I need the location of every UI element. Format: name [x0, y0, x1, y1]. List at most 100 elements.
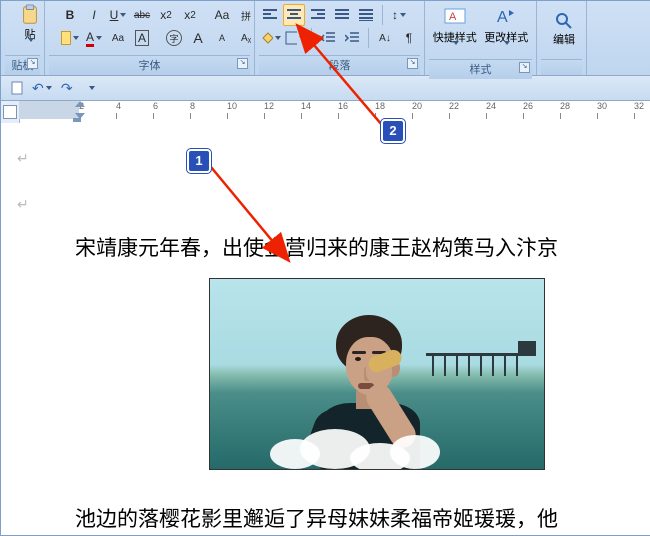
align-justify-button[interactable]	[331, 4, 353, 26]
superscript-button[interactable]: x2	[179, 4, 201, 26]
doc-icon	[10, 81, 24, 95]
svg-text:A: A	[497, 9, 508, 26]
ruler-tick: 16	[338, 101, 348, 119]
ribbon: 贴 贴板 ↘ B I U abc x2 x2 Aa 拼 A	[1, 1, 650, 76]
sort-button[interactable]: A↓	[374, 27, 396, 49]
ruler-tick: 20	[412, 101, 422, 119]
group-font: B I U abc x2 x2 Aa 拼 A Aa A 字 A A Aᵪ	[45, 1, 255, 75]
paste-icon	[18, 4, 42, 26]
bold-button[interactable]: B	[59, 4, 81, 26]
align-center-icon	[287, 9, 301, 21]
group-paragraph: ↕ A↓ ¶ 段落 ↘	[255, 1, 425, 75]
align-distribute-icon	[359, 9, 373, 21]
font-color-button[interactable]: A	[83, 27, 105, 49]
image-paragraph	[17, 278, 650, 486]
dialog-launcher-icon[interactable]: ↘	[237, 58, 248, 69]
editing-button[interactable]: 编辑	[541, 3, 587, 55]
find-icon	[554, 11, 574, 31]
group-clipboard: 贴 贴板 ↘	[1, 1, 45, 75]
group-title-paragraph: 段落 ↘	[259, 55, 420, 75]
water-splash	[270, 429, 450, 470]
paragraph-mark: ↵	[17, 196, 29, 212]
borders-icon	[285, 31, 298, 45]
ruler-margin-left	[19, 101, 79, 119]
change-case-button[interactable]: Aa	[211, 4, 233, 26]
grow-font-button[interactable]: A	[187, 27, 209, 49]
shrink-font-button[interactable]: A	[211, 27, 233, 49]
indent-dec-icon	[321, 32, 335, 44]
ruler-tick: 8	[190, 101, 195, 119]
quick-styles-icon: A	[443, 5, 467, 29]
redo-button[interactable]: ↷	[57, 78, 77, 98]
document-area[interactable]: ↵ ↵ 宋靖康元年春，出使金营归来的康王赵构策马入汴京	[1, 123, 650, 535]
align-left-icon	[263, 9, 277, 21]
italic-button[interactable]: I	[83, 4, 105, 26]
align-distribute-button[interactable]	[355, 4, 377, 26]
decrease-indent-button[interactable]	[317, 27, 339, 49]
ruler-tick: 18	[375, 101, 385, 119]
group-editing: 编辑	[537, 1, 587, 75]
chevron-down-icon	[451, 45, 459, 57]
tab-selector-button[interactable]	[3, 105, 17, 119]
phonetic-guide-button[interactable]: 拼	[235, 4, 257, 26]
ruler-tick: 6	[153, 101, 158, 119]
ruler-tick: 28	[560, 101, 570, 119]
ruler-tick: 24	[486, 101, 496, 119]
ruler-tick: 26	[523, 101, 533, 119]
indent-inc-icon	[345, 32, 359, 44]
group-title-editing	[541, 59, 582, 75]
ruler-corner	[1, 101, 20, 125]
quick-styles-button[interactable]: A 快捷样式	[429, 3, 481, 59]
page: ↵ ↵ 宋靖康元年春，出使金营归来的康王赵构策马入汴京	[1, 123, 650, 535]
shading-button[interactable]	[259, 27, 282, 49]
underline-button[interactable]: U	[107, 4, 129, 26]
horizontal-ruler[interactable]: 2468101214161820222426283032	[19, 101, 650, 119]
ruler-tick: 14	[301, 101, 311, 119]
separator	[382, 5, 383, 25]
ruler-tick: 4	[116, 101, 121, 119]
quick-access-toolbar: ↶ ↷	[1, 76, 650, 101]
separator	[311, 28, 312, 48]
align-right-button[interactable]	[307, 4, 329, 26]
ruler-tick: 22	[449, 101, 459, 119]
undo-button[interactable]: ↶	[31, 78, 53, 98]
ruler-tick: 30	[597, 101, 607, 119]
line-spacing-button[interactable]: ↕	[388, 4, 410, 26]
change-styles-icon: A	[494, 5, 518, 29]
group-title-styles: 样式 ↘	[429, 59, 532, 79]
left-indent-marker[interactable]	[73, 118, 81, 122]
align-justify-icon	[335, 9, 349, 21]
separator	[368, 28, 369, 48]
pier-icon	[426, 341, 536, 375]
group-title-font: 字体 ↘	[49, 55, 250, 75]
show-marks-button[interactable]: ¶	[398, 27, 420, 49]
increase-indent-button[interactable]	[341, 27, 363, 49]
ruler-tick: 10	[227, 101, 237, 119]
qat-more-button[interactable]	[81, 78, 101, 98]
change-styles-button[interactable]: A 更改样式	[481, 3, 533, 59]
enclosed-char-button[interactable]: 字	[163, 27, 185, 49]
align-center-button[interactable]	[283, 4, 305, 26]
strikethrough-button[interactable]: abc	[131, 4, 153, 26]
group-styles: A 快捷样式 A 更改样式 样式 ↘	[425, 1, 537, 75]
dialog-launcher-icon[interactable]: ↘	[519, 62, 530, 73]
char-shading-button[interactable]: Aa	[107, 27, 129, 49]
borders-button[interactable]	[284, 27, 307, 49]
clear-format-button[interactable]: Aᵪ	[235, 27, 257, 49]
callout-badge-2: 2	[381, 119, 405, 143]
subscript-button[interactable]: x2	[155, 4, 177, 26]
highlight-button[interactable]	[59, 27, 81, 49]
group-title-clipboard: 贴板 ↘	[5, 55, 40, 75]
align-left-button[interactable]	[259, 4, 281, 26]
paragraph-mark: ↵	[17, 150, 29, 166]
toolbar-button-1[interactable]	[7, 78, 27, 98]
svg-text:A: A	[449, 11, 457, 23]
chevron-down-icon	[26, 42, 34, 54]
align-right-icon	[311, 9, 325, 21]
char-border-button[interactable]: A	[131, 27, 153, 49]
inline-image[interactable]	[209, 278, 545, 486]
dialog-launcher-icon[interactable]: ↘	[27, 58, 38, 69]
body-text: 池边的落樱花影里邂逅了异母妹妹柔福帝姬瑗瑗，他	[75, 507, 558, 531]
dialog-launcher-icon[interactable]: ↘	[407, 58, 418, 69]
first-line-indent-marker[interactable]	[75, 101, 85, 107]
